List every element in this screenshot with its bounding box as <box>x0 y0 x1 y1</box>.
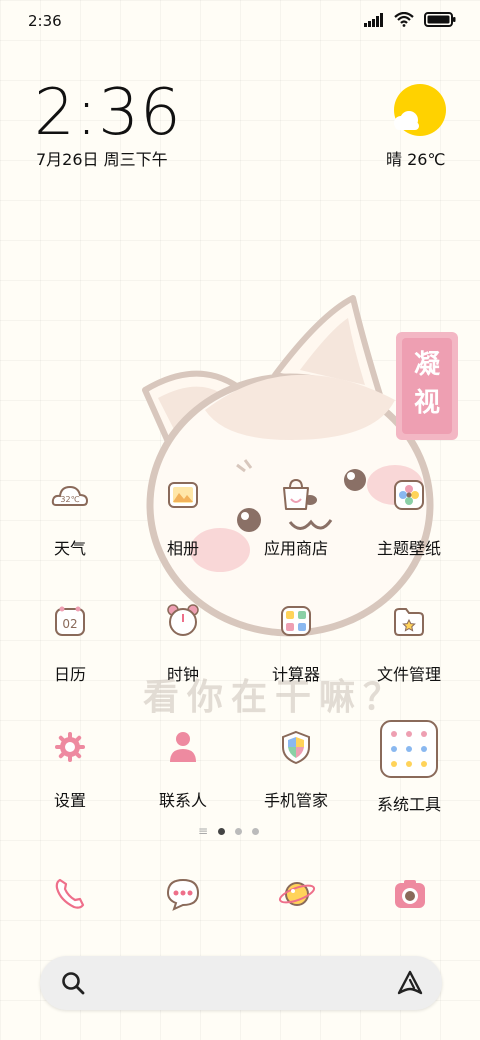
weather-summary[interactable]: 晴 26℃ <box>386 146 445 170</box>
app-label: 联系人 <box>158 791 207 810</box>
assistant-icon[interactable] <box>396 969 424 997</box>
app-files[interactable]: 文件管理 <box>354 601 464 685</box>
app-label: 时钟 <box>166 665 199 684</box>
app-label: 应用商店 <box>263 539 328 558</box>
app-label: 主题壁纸 <box>376 539 441 558</box>
app-calendar[interactable]: 02 日历 <box>15 601 125 685</box>
app-label: 天气 <box>53 539 86 558</box>
app-label: 设置 <box>53 791 86 810</box>
wifi-icon <box>394 12 414 27</box>
status-icons <box>364 12 456 27</box>
page-dot[interactable] <box>252 828 260 835</box>
app-label: 系统工具 <box>376 795 441 814</box>
security-shield-icon <box>282 730 310 765</box>
app-clock[interactable]: 时钟 <box>128 601 238 685</box>
calculator-icon <box>281 606 311 636</box>
browser-planet-icon[interactable] <box>277 874 317 914</box>
sun-cloud-icon[interactable] <box>388 82 448 142</box>
app-label: 手机管家 <box>263 791 328 810</box>
status-time: 2:36 <box>28 12 62 30</box>
clock-date[interactable]: 7月26日 周三下午 <box>36 146 168 170</box>
app-label: 日历 <box>53 665 86 684</box>
app-label: 计算器 <box>271 665 320 684</box>
app-store[interactable]: 应用商店 <box>241 475 351 559</box>
app-themes[interactable]: 主题壁纸 <box>354 475 464 559</box>
page-dot[interactable] <box>235 828 243 835</box>
app-label: 文件管理 <box>376 665 441 684</box>
app-system-tools[interactable]: 系统工具 <box>354 719 464 815</box>
app-store-bag-icon <box>283 478 309 510</box>
battery-icon <box>424 12 456 27</box>
signal-icon <box>364 12 383 27</box>
themes-flower-icon <box>394 480 424 510</box>
system-tools-folder-icon <box>380 720 438 778</box>
gear-icon <box>55 732 85 762</box>
app-calculator[interactable]: 计算器 <box>241 601 351 685</box>
status-bar: 2:36 <box>0 0 480 40</box>
calendar-icon: 02 <box>55 606 85 636</box>
wallpaper-badge: 凝视 <box>396 332 458 440</box>
search-icon[interactable] <box>60 970 86 996</box>
page-dot[interactable] <box>218 828 226 835</box>
app-label: 相册 <box>166 539 199 558</box>
phone-icon[interactable] <box>50 874 90 914</box>
contacts-person-icon <box>170 732 196 762</box>
page-indicator: ≡ <box>198 825 260 837</box>
file-folder-icon <box>394 608 424 636</box>
home-menu-icon[interactable]: ≡ <box>198 825 208 837</box>
wallpaper-badge-text: 凝视 <box>402 338 452 434</box>
camera-icon[interactable] <box>390 874 430 914</box>
app-weather[interactable]: 32℃ 天气 <box>15 475 125 559</box>
app-gallery[interactable]: 相册 <box>128 475 238 559</box>
search-bar[interactable] <box>40 956 442 1010</box>
messages-icon[interactable] <box>163 874 203 914</box>
gallery-icon <box>168 482 198 508</box>
svg-text:02: 02 <box>62 617 77 631</box>
app-settings[interactable]: 设置 <box>15 727 125 811</box>
clock-time[interactable]: 2:36 <box>34 76 182 150</box>
app-contacts[interactable]: 联系人 <box>128 727 238 811</box>
weather-cloud-icon: 32℃ <box>51 485 89 506</box>
svg-text:32℃: 32℃ <box>60 495 79 504</box>
app-security[interactable]: 手机管家 <box>241 727 351 811</box>
alarm-clock-icon <box>167 604 199 636</box>
